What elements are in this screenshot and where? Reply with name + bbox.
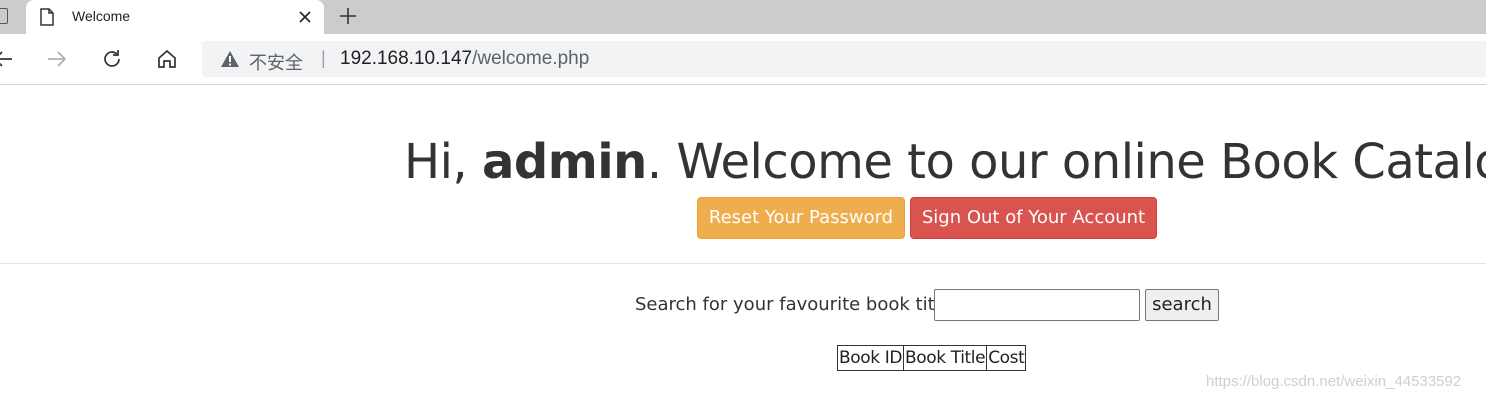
tab-title: Welcome bbox=[72, 8, 131, 24]
username: admin bbox=[481, 134, 647, 190]
search-button[interactable]: search bbox=[1145, 289, 1219, 321]
plus-icon[interactable] bbox=[338, 6, 358, 31]
search-input[interactable] bbox=[934, 289, 1140, 321]
column-header-cost: Cost bbox=[986, 345, 1027, 371]
insecure-label[interactable]: 不安全 bbox=[249, 49, 303, 75]
page-header: Hi, admin. Welcome to our online Book Ca… bbox=[0, 86, 1486, 264]
column-header-book-id: Book ID bbox=[836, 345, 905, 371]
page-icon[interactable] bbox=[0, 8, 8, 24]
greeting-suffix: . Welcome to our online Book Catalog. bbox=[646, 134, 1486, 190]
back-arrow-icon[interactable] bbox=[0, 48, 14, 75]
close-icon[interactable] bbox=[298, 10, 312, 29]
reload-icon[interactable] bbox=[101, 48, 123, 75]
table-header-row: Book ID Book Title Cost bbox=[836, 345, 1027, 371]
url-text[interactable]: 192.168.10.147/welcome.php bbox=[340, 48, 589, 70]
warning-icon[interactable] bbox=[220, 50, 240, 73]
sign-out-button[interactable]: Sign Out of Your Account bbox=[910, 197, 1157, 239]
column-header-book-title: Book Title bbox=[903, 345, 988, 371]
document-icon bbox=[40, 8, 54, 31]
address-bar[interactable]: 不安全 | 192.168.10.147/welcome.php bbox=[202, 41, 1486, 77]
search-label: Search for your favourite book title bbox=[635, 294, 951, 315]
url-host: 192.168.10.147 bbox=[340, 48, 473, 69]
greeting-prefix: Hi, bbox=[404, 134, 482, 190]
browser-tab-welcome[interactable]: Welcome bbox=[26, 0, 324, 34]
reset-password-button[interactable]: Reset Your Password bbox=[697, 197, 905, 239]
url-path: /welcome.php bbox=[472, 48, 590, 69]
page-title: Hi, admin. Welcome to our online Book Ca… bbox=[404, 134, 1486, 190]
url-separator: | bbox=[321, 48, 326, 68]
browser-toolbar: 不安全 | 192.168.10.147/welcome.php bbox=[0, 34, 1486, 85]
browser-tab-strip: Welcome bbox=[0, 0, 1486, 34]
forward-arrow-icon[interactable] bbox=[46, 48, 68, 75]
home-icon[interactable] bbox=[156, 48, 178, 75]
watermark: https://blog.csdn.net/weixin_44533592 bbox=[1206, 373, 1462, 390]
book-table: Book ID Book Title Cost bbox=[836, 345, 1027, 371]
search-form: Search for your favourite book title sea… bbox=[0, 289, 1486, 323]
